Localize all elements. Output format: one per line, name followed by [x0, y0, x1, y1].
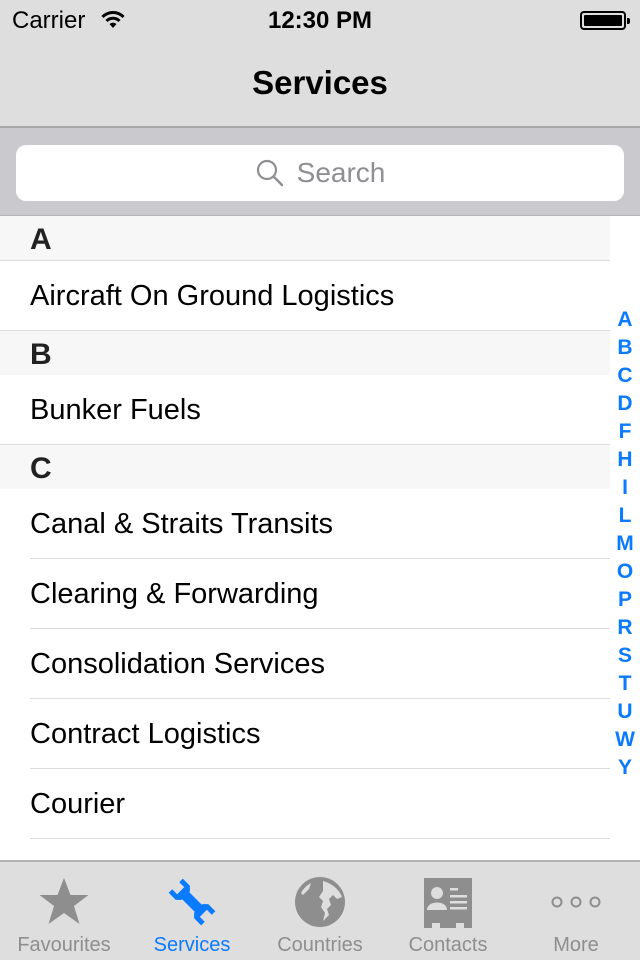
list-item[interactable]: Courier: [0, 769, 610, 839]
tab-services[interactable]: Services: [128, 862, 256, 960]
tab-label: Services: [153, 934, 231, 956]
index-letter[interactable]: A: [610, 306, 640, 334]
index-letter[interactable]: C: [610, 362, 640, 390]
tab-bar: Favourites Services Countries Contacts M…: [0, 860, 640, 960]
globe-icon: [295, 877, 345, 927]
index-letter[interactable]: U: [610, 698, 640, 726]
section-header-a: A: [0, 216, 610, 260]
tab-label: More: [553, 934, 599, 956]
index-letter[interactable]: D: [610, 390, 640, 418]
index-letter[interactable]: H: [610, 446, 640, 474]
services-list[interactable]: A Aircraft On Ground Logistics B Bunker …: [0, 216, 640, 861]
section-header-c: C: [0, 445, 610, 489]
search-input[interactable]: Search: [16, 145, 624, 201]
section-header-b: B: [0, 331, 610, 375]
battery-icon: [580, 11, 630, 30]
index-letter[interactable]: Y: [610, 754, 640, 782]
index-letter[interactable]: T: [610, 670, 640, 698]
index-letter[interactable]: W: [610, 726, 640, 754]
wrench-icon: [168, 878, 216, 926]
contact-card-icon: [424, 878, 472, 928]
tab-favourites[interactable]: Favourites: [0, 862, 128, 960]
tab-label: Contacts: [408, 934, 488, 956]
more-dots-icon: [551, 896, 601, 908]
tab-label: Favourites: [17, 934, 111, 956]
index-letter[interactable]: B: [610, 334, 640, 362]
page-title: Services: [252, 64, 388, 101]
tab-label: Countries: [277, 934, 363, 956]
index-letter[interactable]: R: [610, 614, 640, 642]
search-bar: Search: [0, 128, 640, 216]
status-time: 12:30 PM: [267, 7, 373, 34]
list-item[interactable]: Aircraft On Ground Logistics: [0, 261, 610, 331]
index-letter[interactable]: S: [610, 642, 640, 670]
list-item[interactable]: Clearing & Forwarding: [0, 559, 610, 629]
tab-more[interactable]: More: [512, 862, 640, 960]
status-bar: Carrier 12:30 PM: [0, 0, 640, 40]
list-item[interactable]: Consolidation Services: [0, 629, 610, 699]
list-item[interactable]: Bunker Fuels: [0, 375, 610, 445]
index-letter[interactable]: I: [610, 474, 640, 502]
index-letter[interactable]: F: [610, 418, 640, 446]
section-index[interactable]: A B C D F H I L M O P R S T U W Y: [610, 306, 640, 782]
search-placeholder: Search: [296, 157, 386, 188]
navigation-bar: Carrier 12:30 PM Services: [0, 0, 640, 128]
index-letter[interactable]: O: [610, 558, 640, 586]
list-item[interactable]: Canal & Straits Transits: [0, 489, 610, 559]
star-icon: [39, 878, 89, 924]
list-item[interactable]: Contract Logistics: [0, 699, 610, 769]
tab-contacts[interactable]: Contacts: [384, 862, 512, 960]
search-icon: [256, 159, 283, 187]
index-letter[interactable]: M: [610, 530, 640, 558]
index-letter[interactable]: L: [610, 502, 640, 530]
index-letter[interactable]: P: [610, 586, 640, 614]
tab-countries[interactable]: Countries: [256, 862, 384, 960]
